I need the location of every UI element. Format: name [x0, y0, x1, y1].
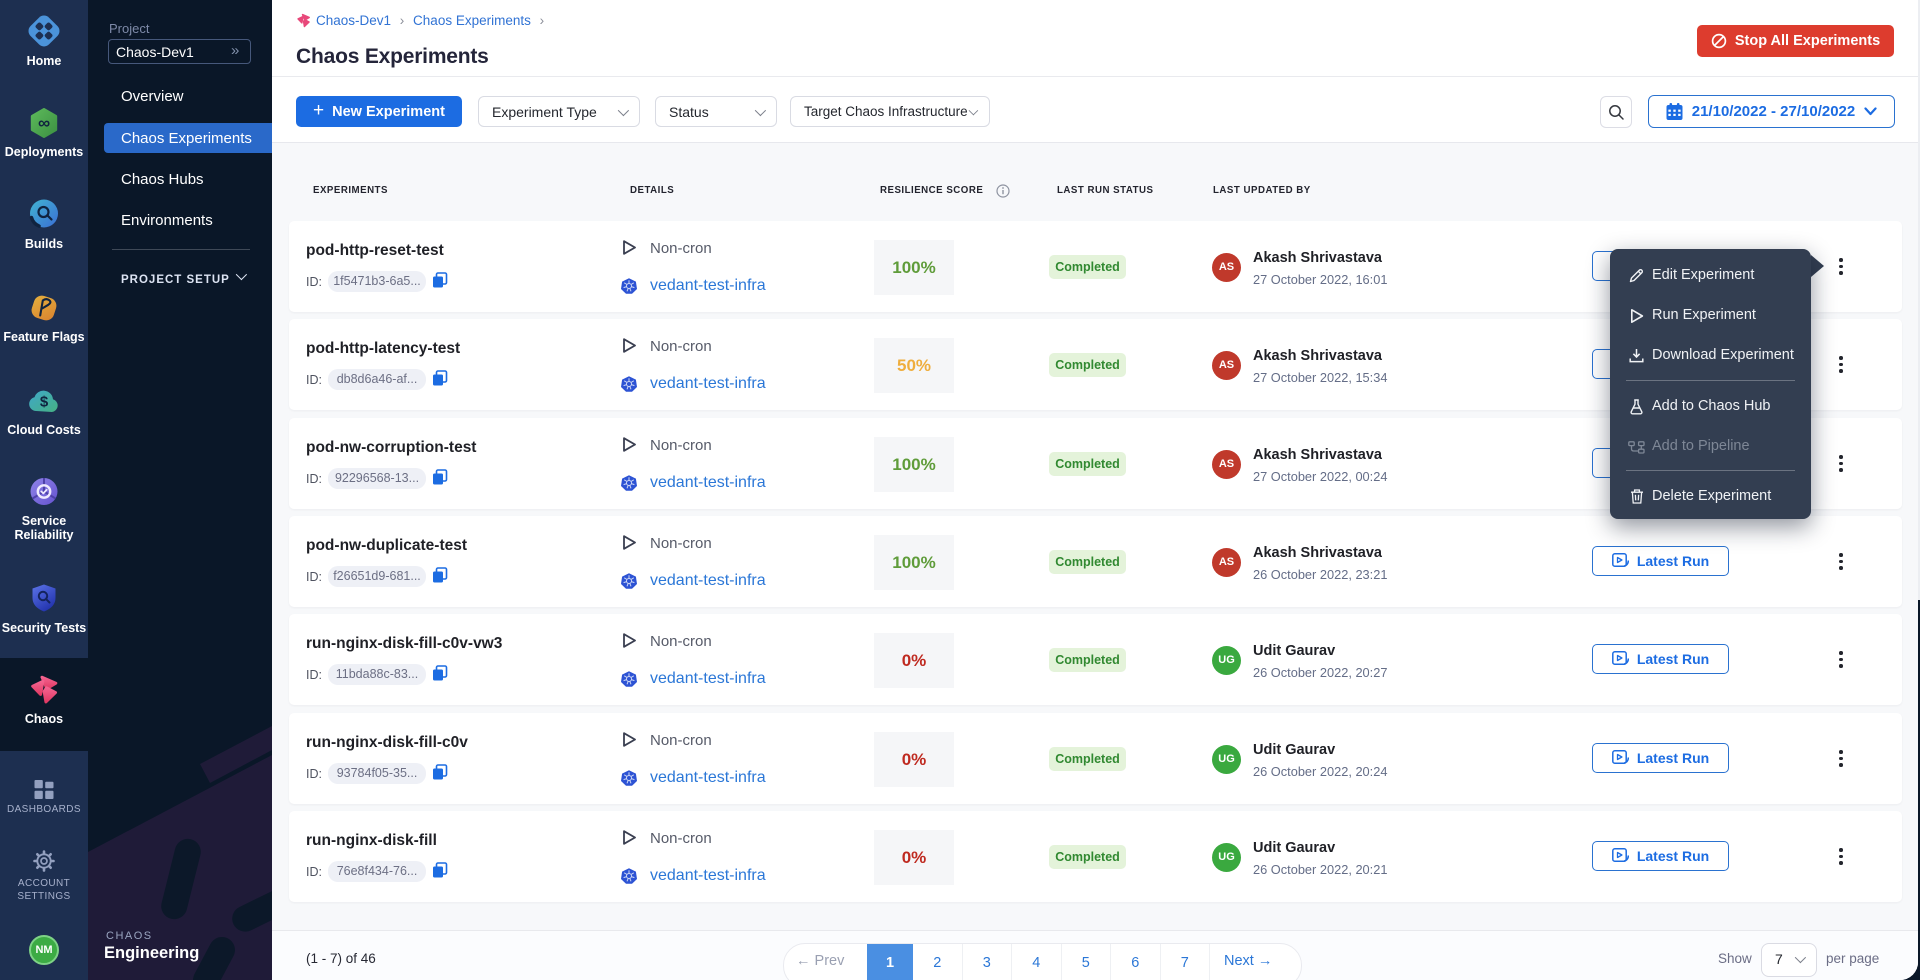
svg-text:$: $ — [40, 394, 49, 411]
svg-text:∞: ∞ — [38, 114, 50, 133]
